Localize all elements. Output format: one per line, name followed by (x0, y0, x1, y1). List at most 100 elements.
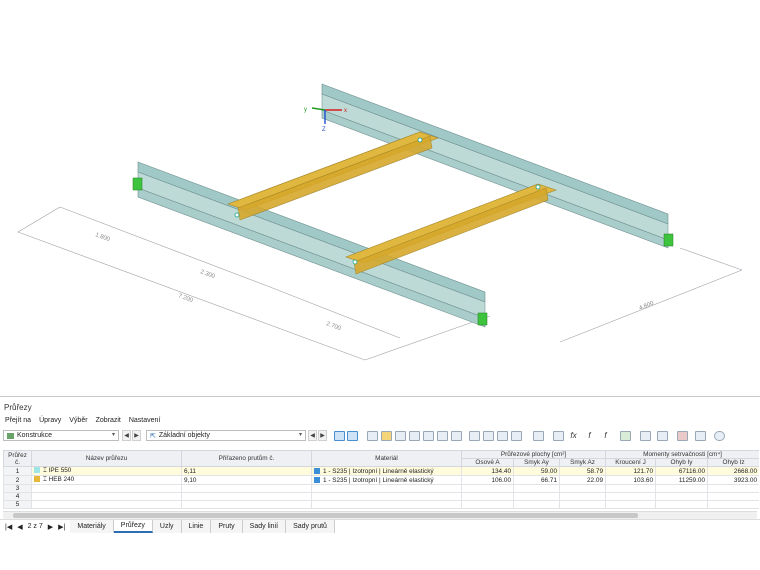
tab-lines[interactable]: Linie (181, 520, 212, 533)
empty-cell[interactable] (559, 484, 606, 493)
empty-cell[interactable] (31, 484, 182, 493)
print-icon[interactable] (640, 431, 651, 441)
paste-row-icon[interactable] (423, 431, 434, 441)
header-section-name[interactable]: Název průřezu (31, 450, 182, 467)
empty-cell[interactable] (559, 500, 606, 509)
chart-icon[interactable] (677, 431, 688, 441)
empty-cell[interactable] (559, 492, 606, 501)
tab-materials[interactable]: Materiály (70, 520, 114, 533)
empty-cell[interactable] (513, 492, 560, 501)
formula-edit-icon[interactable]: f (600, 431, 611, 441)
table-row[interactable]: 1 ⌶ IPE 550 6,11 1 - S235 | Izotropní | … (3, 466, 759, 476)
prev-button[interactable]: ◀ (122, 430, 131, 441)
empty-cell[interactable] (181, 484, 312, 493)
empty-cell[interactable] (655, 500, 708, 509)
structure-combo[interactable]: Konstrukce ▾ (3, 430, 119, 441)
assigned-cell[interactable]: 6,11 (181, 466, 312, 476)
header-material[interactable]: Materiál (311, 450, 462, 467)
empty-cell[interactable] (605, 484, 656, 493)
formula-icon[interactable]: f (584, 431, 595, 441)
empty-cell[interactable] (31, 492, 182, 501)
folder-icon[interactable] (381, 431, 392, 441)
model-viewport[interactable]: 1.800 2.300 7.200 2.700 4.800 x y Z (0, 0, 760, 395)
bend-y-cell[interactable]: 67116.00 (655, 466, 708, 476)
menu-goto[interactable]: Přejít na (5, 417, 31, 429)
empty-cell[interactable] (706, 500, 759, 509)
prev-objects-button[interactable]: ◀ (308, 430, 317, 441)
first-page-icon[interactable]: |◀ (5, 523, 12, 531)
move-row-icon[interactable] (437, 431, 448, 441)
bend-z-cell[interactable]: 2668.00 (706, 466, 759, 476)
bend-z-cell[interactable]: 3923.00 (706, 475, 759, 485)
header-axial[interactable]: Osové A (461, 458, 514, 467)
split-icon[interactable] (511, 431, 522, 441)
objects-combo[interactable]: ⇱ Základní objekty ▾ (146, 430, 306, 441)
table-row[interactable]: 4 (3, 492, 759, 501)
empty-cell[interactable] (655, 484, 708, 493)
header-bend-z[interactable]: Ohyb Iz (706, 458, 759, 467)
header-section-no[interactable]: Průřez č. (3, 450, 32, 467)
section-name-cell[interactable]: ⌶ IPE 550 (31, 466, 182, 476)
decimal-icon[interactable] (695, 431, 706, 441)
axial-cell[interactable]: 134.40 (461, 466, 514, 476)
material-cell[interactable]: 1 - S235 | Izotropní | Lineárně elastick… (311, 466, 462, 476)
excel-export-icon[interactable] (620, 431, 631, 441)
next-button[interactable]: ▶ (132, 430, 141, 441)
tab-member-sets[interactable]: Sady prutů (286, 520, 335, 533)
empty-cell[interactable] (513, 484, 560, 493)
scrollbar-thumb[interactable] (13, 513, 638, 518)
empty-cell[interactable] (605, 492, 656, 501)
copy-row-icon[interactable] (409, 431, 420, 441)
torsion-cell[interactable]: 103.60 (605, 475, 656, 485)
shear-y-cell[interactable]: 66.71 (513, 475, 560, 485)
fx-icon[interactable]: fx (568, 431, 579, 441)
empty-cell[interactable] (513, 500, 560, 509)
search-icon[interactable] (714, 431, 725, 441)
insert-row-icon[interactable] (395, 431, 406, 441)
assigned-cell[interactable]: 9,10 (181, 475, 312, 485)
torsion-cell[interactable]: 121.70 (605, 466, 656, 476)
axial-cell[interactable]: 106.00 (461, 475, 514, 485)
filter-icon[interactable] (347, 431, 358, 441)
prev-page-icon[interactable]: ◀ (17, 523, 22, 531)
text-cursor-icon[interactable] (657, 431, 668, 441)
empty-cell[interactable] (706, 484, 759, 493)
last-page-icon[interactable]: ▶| (58, 523, 65, 531)
empty-cell[interactable] (461, 492, 514, 501)
empty-cell[interactable] (181, 500, 312, 509)
empty-cell[interactable] (181, 492, 312, 501)
menu-settings[interactable]: Nastavení (129, 417, 161, 429)
material-cell[interactable]: 1 - S235 | Izotropní | Lineárně elastick… (311, 475, 462, 485)
section-name-cell[interactable]: ⌶ HEB 240 (31, 475, 182, 485)
empty-cell[interactable] (605, 500, 656, 509)
table-row[interactable]: 3 (3, 484, 759, 493)
table-row[interactable]: 2 ⌶ HEB 240 9,10 1 - S235 | Izotropní | … (3, 475, 759, 485)
shear-z-cell[interactable]: 22.09 (559, 475, 606, 485)
tab-sections[interactable]: Průřezy (113, 520, 153, 533)
shear-y-cell[interactable]: 59.00 (513, 466, 560, 476)
select-icon[interactable] (334, 431, 345, 441)
menu-view[interactable]: Zobrazit (96, 417, 121, 429)
menu-select[interactable]: Výběr (69, 417, 87, 429)
header-assigned[interactable]: Přiřazeno prutům č. (181, 450, 312, 467)
header-shear-y[interactable]: Smyk Ay (513, 458, 560, 467)
tab-line-sets[interactable]: Sady linií (242, 520, 287, 533)
bend-y-cell[interactable]: 11259.00 (655, 475, 708, 485)
empty-cell[interactable] (461, 500, 514, 509)
empty-cell[interactable] (461, 484, 514, 493)
menu-edit[interactable]: Úpravy (39, 417, 61, 429)
empty-cell[interactable] (655, 492, 708, 501)
table-icon[interactable] (367, 431, 378, 441)
header-bend-y[interactable]: Ohyb Iy (655, 458, 708, 467)
tab-nodes[interactable]: Uzly (152, 520, 182, 533)
align-left-icon[interactable] (469, 431, 480, 441)
tab-members[interactable]: Pruty (211, 520, 243, 533)
empty-cell[interactable] (311, 500, 462, 509)
horizontal-scrollbar[interactable] (3, 511, 757, 519)
header-torsion[interactable]: Kroucení J (605, 458, 656, 467)
next-objects-button[interactable]: ▶ (318, 430, 327, 441)
empty-cell[interactable] (706, 492, 759, 501)
delete-icon[interactable] (451, 431, 462, 441)
header-shear-z[interactable]: Smyk Az (559, 458, 606, 467)
align-right-icon[interactable] (497, 431, 508, 441)
